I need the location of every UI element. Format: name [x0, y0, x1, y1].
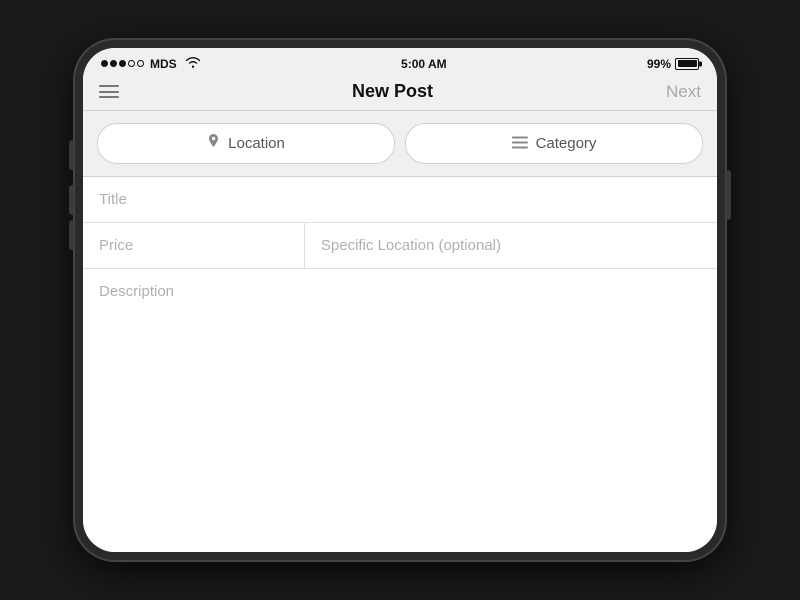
- status-left: MDS: [101, 56, 201, 71]
- specific-location-field[interactable]: Specific Location (optional): [305, 223, 717, 268]
- specific-location-placeholder: Specific Location (optional): [321, 237, 501, 254]
- signal-dot-3: [119, 60, 126, 67]
- nav-bar: New Post Next: [83, 75, 717, 111]
- next-button[interactable]: Next: [666, 82, 701, 102]
- menu-line-2: [99, 91, 119, 93]
- page-title: New Post: [352, 81, 433, 102]
- signal-dots: [101, 60, 144, 67]
- signal-dot-1: [101, 60, 108, 67]
- status-right: 99%: [647, 57, 699, 71]
- filter-row: Location Category: [83, 111, 717, 177]
- title-field[interactable]: Title: [83, 177, 717, 223]
- battery-container: [675, 58, 699, 70]
- signal-dot-4: [128, 60, 135, 67]
- price-field[interactable]: Price: [83, 223, 305, 268]
- category-button-label: Category: [536, 135, 597, 152]
- category-icon: [512, 136, 528, 152]
- description-placeholder: Description: [99, 283, 174, 300]
- location-button[interactable]: Location: [97, 123, 395, 164]
- title-placeholder: Title: [99, 191, 127, 208]
- content-area: Location Category: [83, 111, 717, 552]
- battery-fill: [678, 60, 697, 67]
- price-location-row: Price Specific Location (optional): [83, 223, 717, 269]
- menu-line-1: [99, 85, 119, 87]
- carrier-label: MDS: [150, 57, 177, 71]
- wifi-icon: [185, 56, 201, 71]
- phone-screen: MDS 5:00 AM 99%: [83, 48, 717, 552]
- menu-button[interactable]: [99, 85, 119, 98]
- location-icon: [207, 134, 220, 153]
- menu-line-3: [99, 96, 119, 98]
- status-bar: MDS 5:00 AM 99%: [83, 48, 717, 75]
- description-field[interactable]: Description: [83, 269, 717, 552]
- phone-frame: MDS 5:00 AM 99%: [75, 40, 725, 560]
- battery-percent: 99%: [647, 57, 671, 71]
- category-button[interactable]: Category: [405, 123, 703, 164]
- time-display: 5:00 AM: [401, 57, 447, 71]
- signal-dot-2: [110, 60, 117, 67]
- location-button-label: Location: [228, 135, 285, 152]
- battery-icon: [675, 58, 699, 70]
- signal-dot-5: [137, 60, 144, 67]
- price-placeholder: Price: [99, 237, 133, 254]
